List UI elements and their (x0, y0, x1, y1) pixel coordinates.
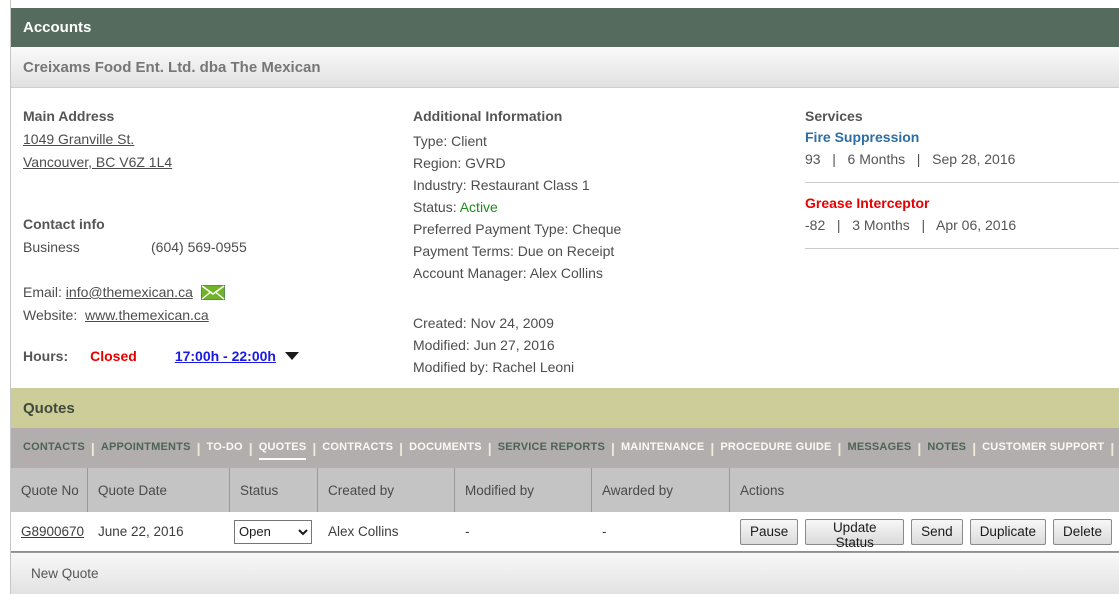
address-line1-link[interactable]: 1049 Granville St. (23, 128, 398, 151)
col-header-actions: Actions (730, 468, 1119, 512)
hours-row: Hours: Closed 17:00h - 22:00h (23, 348, 398, 364)
contact-info-heading: Contact info (23, 216, 398, 232)
hours-label: Hours: (23, 348, 68, 364)
tab-service-reports[interactable]: SERVICE REPORTS (498, 441, 605, 460)
status-badge: Active (460, 199, 498, 215)
tab-separator: | (197, 440, 201, 461)
info-payment-terms: Payment Terms: Due on Receipt (413, 240, 793, 262)
website-link[interactable]: www.themexican.ca (85, 307, 209, 323)
info-account-manager: Account Manager: Alex Collins (413, 262, 793, 284)
quotes-table-header: Quote No Quote Date Status Created by Mo… (11, 468, 1119, 512)
services-column: Services Fire Suppression 93 | 6 Months … (805, 88, 1119, 258)
quote-date: June 22, 2016 (98, 524, 184, 539)
chevron-down-icon[interactable] (285, 352, 299, 360)
pause-button[interactable]: Pause (740, 519, 798, 545)
quotes-section-header: Quotes (11, 388, 1119, 428)
email-row: Email: info@themexican.ca (23, 281, 398, 304)
new-quote-button[interactable]: New Quote (11, 552, 1119, 594)
tab-to-do[interactable]: TO-DO (207, 441, 243, 460)
col-header-quote-date: Quote Date (88, 468, 230, 512)
tab-documents[interactable]: DOCUMENTS (409, 441, 482, 460)
hours-status: Closed (90, 348, 137, 364)
modified-by: - (465, 524, 470, 539)
info-region: Region: GVRD (413, 152, 793, 174)
main-address-heading: Main Address (23, 108, 398, 124)
status-label: Status: (413, 199, 457, 215)
website-row: Website: www.themexican.ca (23, 304, 398, 327)
col-header-status: Status (230, 468, 318, 512)
col-header-quote-no: Quote No (11, 468, 88, 512)
record-meta: Created: Nov 24, 2009 Modified: Jun 27, … (413, 312, 793, 378)
service-item: Grease Interceptor -82 | 3 Months | Apr … (805, 192, 1119, 249)
tab-separator: | (399, 440, 403, 461)
additional-info-column: Additional Information Type: Client Regi… (413, 88, 793, 378)
info-type: Type: Client (413, 130, 793, 152)
tab-separator: | (972, 440, 976, 461)
account-name-bar: Creixams Food Ent. Ltd. dba The Mexican (11, 47, 1119, 88)
phone-type-label: Business (23, 236, 151, 259)
tab-separator: | (91, 440, 95, 461)
phone-number: (604) 569-0955 (151, 236, 247, 259)
hours-range-link[interactable]: 17:00h - 22:00h (175, 348, 276, 364)
main-address-column: Main Address 1049 Granville St. Vancouve… (23, 88, 398, 364)
delete-button[interactable]: Delete (1053, 519, 1112, 545)
tab-messages[interactable]: MESSAGES (847, 441, 911, 460)
email-label: Email: (23, 281, 62, 304)
update-status-button[interactable]: Update Status (805, 519, 904, 545)
tab-procedure-guide[interactable]: PROCEDURE GUIDE (720, 441, 831, 460)
info-modified-by: Modified by: Rachel Leoni (413, 356, 793, 378)
service-grease-interceptor-link[interactable]: Grease Interceptor (805, 192, 1119, 214)
tab-maintenance[interactable]: MAINTENANCE (621, 441, 704, 460)
quotes-section-title: Quotes (23, 400, 75, 417)
tab-customer-support[interactable]: CUSTOMER SUPPORT (982, 441, 1104, 460)
send-button[interactable]: Send (911, 519, 963, 545)
tab-contacts[interactable]: CONTACTS (23, 441, 85, 460)
tab-separator: | (488, 440, 492, 461)
website-label: Website: (23, 307, 77, 323)
status-select[interactable]: Open (234, 520, 312, 544)
info-preferred-payment: Preferred Payment Type: Cheque (413, 218, 793, 240)
account-name: Creixams Food Ent. Ltd. dba The Mexican (23, 59, 321, 76)
info-modified: Modified: Jun 27, 2016 (413, 334, 793, 356)
account-tabs: CONTACTS | APPOINTMENTS | TO-DO | QUOTES… (11, 428, 1119, 468)
tab-separator: | (249, 440, 253, 461)
tab-separator: | (611, 440, 615, 461)
tab-contracts[interactable]: CONTRACTS (322, 441, 393, 460)
tab-separator: | (312, 440, 316, 461)
info-created: Created: Nov 24, 2009 (413, 312, 793, 334)
col-header-modified-by: Modified by (455, 468, 592, 512)
col-header-awarded-by: Awarded by (592, 468, 730, 512)
quote-table-row: G8900670 June 22, 2016 Open Alex Collins… (11, 512, 1119, 552)
tab-separator: | (838, 440, 842, 461)
address-line2-link[interactable]: Vancouver, BC V6Z 1L4 (23, 151, 398, 174)
service-details: 93 | 6 Months | Sep 28, 2016 (805, 148, 1119, 170)
tab-separator: | (917, 440, 921, 461)
page: Accounts Creixams Food Ent. Ltd. dba The… (10, 0, 1119, 594)
email-link[interactable]: info@themexican.ca (66, 281, 193, 304)
service-item: Fire Suppression 93 | 6 Months | Sep 28,… (805, 126, 1119, 183)
info-industry: Industry: Restaurant Class 1 (413, 174, 793, 196)
tab-notes[interactable]: NOTES (927, 441, 966, 460)
col-header-created-by: Created by (318, 468, 455, 512)
created-by: Alex Collins (328, 524, 399, 539)
tab-separator: | (710, 440, 714, 461)
top-gap (11, 0, 1119, 8)
quote-no-link[interactable]: G8900670 (21, 524, 84, 539)
services-heading: Services (805, 108, 1119, 124)
tab-appointments[interactable]: APPOINTMENTS (101, 441, 191, 460)
page-title: Accounts (23, 19, 91, 36)
service-fire-suppression-link[interactable]: Fire Suppression (805, 126, 1119, 148)
accounts-header: Accounts (11, 8, 1119, 47)
awarded-by: - (602, 524, 607, 539)
service-details: -82 | 3 Months | Apr 06, 2016 (805, 214, 1119, 236)
duplicate-button[interactable]: Duplicate (970, 519, 1046, 545)
account-details: Main Address 1049 Granville St. Vancouve… (11, 88, 1119, 388)
phone-row: Business (604) 569-0955 (23, 236, 398, 259)
new-quote-label: New Quote (31, 566, 99, 581)
additional-info-heading: Additional Information (413, 108, 793, 124)
envelope-icon[interactable] (201, 285, 225, 300)
info-status: Status: Active (413, 196, 793, 218)
tab-quotes[interactable]: QUOTES (259, 441, 307, 460)
tab-separator: | (1110, 440, 1114, 461)
